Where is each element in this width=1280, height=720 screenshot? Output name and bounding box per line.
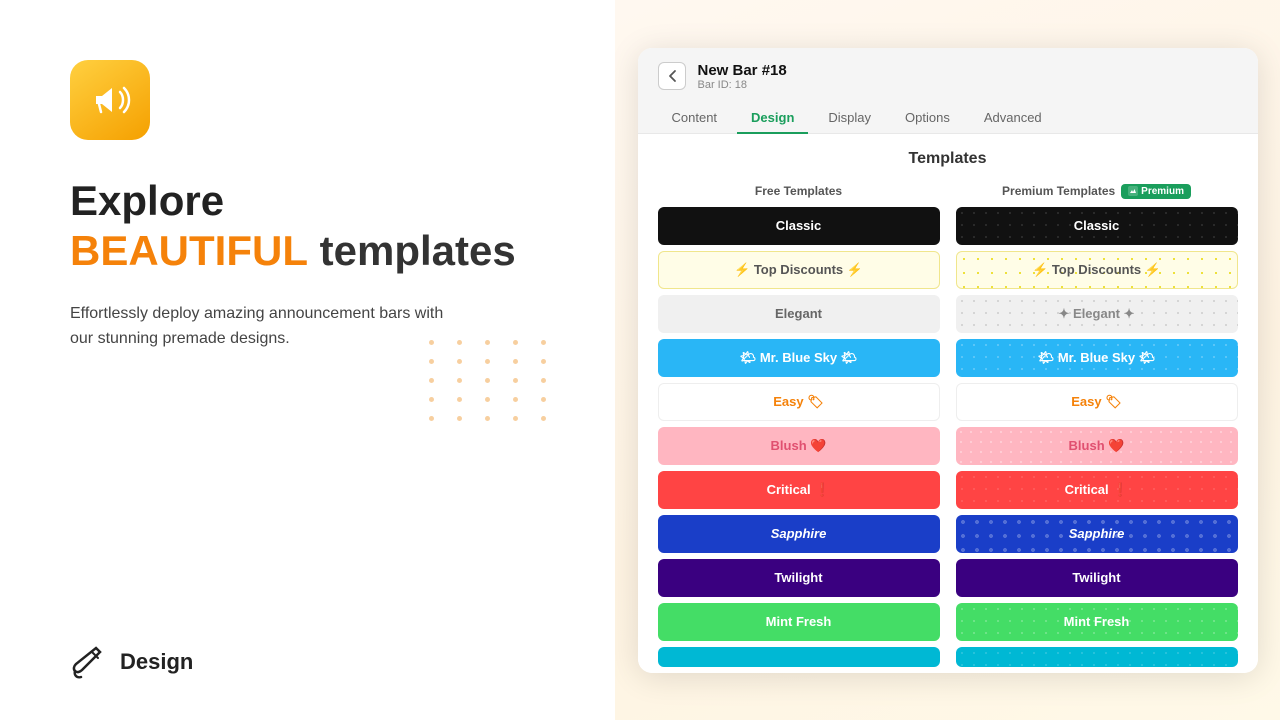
window-content: Templates Free Templates Premium Templat… — [638, 134, 1258, 673]
hero-description: Effortlessly deploy amazing announcement… — [70, 301, 450, 352]
template-topdiscounts-free[interactable]: ⚡ Top Discounts ⚡ — [658, 251, 940, 289]
templates-title: Templates — [658, 150, 1238, 168]
right-panel: New Bar #18 Bar ID: 18 Content Design Di… — [615, 0, 1280, 720]
window-subtitle: Bar ID: 18 — [698, 79, 787, 91]
premium-col-header: Premium Templates Premium — [956, 184, 1238, 199]
template-classic-free[interactable]: Classic — [658, 207, 940, 245]
app-window: New Bar #18 Bar ID: 18 Content Design Di… — [638, 48, 1258, 673]
window-header: New Bar #18 Bar ID: 18 Content Design Di… — [638, 48, 1258, 134]
hero-line2-rest: templates — [308, 227, 516, 274]
template-mintfresh-premium[interactable]: Mint Fresh — [956, 603, 1238, 641]
tab-content[interactable]: Content — [658, 103, 732, 134]
template-twilight-premium[interactable]: Twilight — [956, 559, 1238, 597]
tab-design[interactable]: Design — [737, 103, 808, 134]
template-sapphire-premium[interactable]: Sapphire — [956, 515, 1238, 553]
template-critical-premium[interactable]: Critical ❗ — [956, 471, 1238, 509]
template-blush-premium[interactable]: Blush ❤️ — [956, 427, 1238, 465]
window-title-text: New Bar #18 Bar ID: 18 — [698, 62, 787, 91]
window-tabs: Content Design Display Options Advanced — [658, 103, 1238, 133]
template-topdiscounts-premium[interactable]: ⚡ Top Discounts ⚡ — [956, 251, 1238, 289]
template-easy-premium[interactable]: Easy 🏷 — [956, 383, 1238, 421]
hero-line1: Explore — [70, 176, 555, 226]
free-col-header: Free Templates — [658, 184, 940, 199]
template-easy-free[interactable]: Easy 🏷 — [658, 383, 940, 421]
template-elegant-premium[interactable]: ✦ Elegant ✦ — [956, 295, 1238, 333]
tab-display[interactable]: Display — [814, 103, 885, 134]
paintbrush-icon — [70, 644, 106, 680]
template-grid: Free Templates Premium Templates Premium… — [658, 184, 1238, 673]
template-mintfresh-free[interactable]: Mint Fresh — [658, 603, 940, 641]
template-critical-free[interactable]: Critical ❗ — [658, 471, 940, 509]
template-blush-free[interactable]: Blush ❤️ — [658, 427, 940, 465]
app-icon — [70, 60, 150, 140]
template-more-free[interactable] — [658, 647, 940, 667]
left-panel: Explore BEAUTIFUL templates Effortlessly… — [0, 0, 615, 720]
template-elegant-free[interactable]: Elegant — [658, 295, 940, 333]
tab-options[interactable]: Options — [891, 103, 964, 134]
back-button[interactable] — [658, 62, 686, 90]
dot-decoration — [429, 340, 555, 421]
hero-text: Explore BEAUTIFUL templates — [70, 176, 555, 277]
template-mrbluesky-premium[interactable]: 🌤 Mr. Blue Sky 🌤 — [956, 339, 1238, 377]
template-sapphire-free[interactable]: Sapphire — [658, 515, 940, 553]
hero-line2: BEAUTIFUL templates — [70, 226, 555, 276]
window-title: New Bar #18 — [698, 62, 787, 79]
tab-advanced[interactable]: Advanced — [970, 103, 1056, 134]
template-more-premium[interactable] — [956, 647, 1238, 667]
template-twilight-free[interactable]: Twilight — [658, 559, 940, 597]
premium-badge: Premium — [1121, 184, 1191, 199]
hero-highlight: BEAUTIFUL — [70, 227, 308, 274]
template-classic-premium[interactable]: Classic — [956, 207, 1238, 245]
template-mrbluesky-free[interactable]: 🌤 Mr. Blue Sky 🌤 — [658, 339, 940, 377]
bottom-design-section: Design — [70, 644, 193, 680]
design-label: Design — [120, 649, 193, 675]
